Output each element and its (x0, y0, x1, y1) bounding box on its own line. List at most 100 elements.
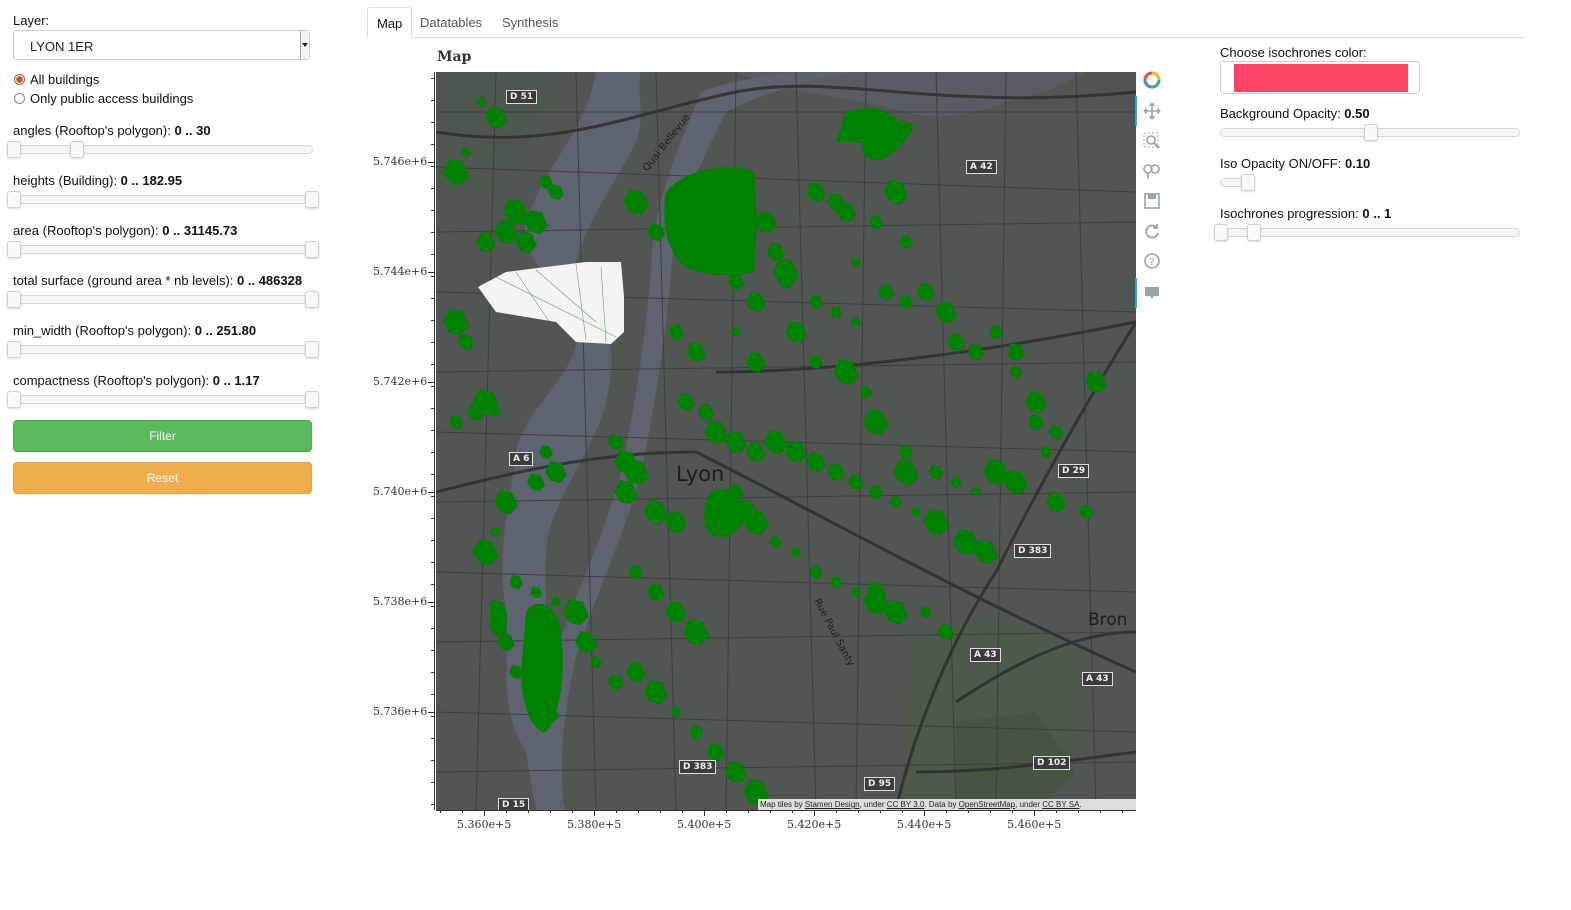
total-surface-filter-value: 0 .. 486328 (237, 273, 303, 288)
isochrone-shape (707, 743, 725, 761)
isochrone-shape (530, 586, 542, 598)
angles-slider-handle-high[interactable] (69, 141, 84, 158)
progression-value: 0 .. 1 (1362, 206, 1392, 221)
attribution-link-ccby[interactable]: CC BY 3.0 (887, 800, 925, 809)
total-surface-range-slider[interactable] (13, 295, 313, 304)
isochrone-shape (917, 283, 935, 301)
isochrone-shape (806, 182, 826, 202)
isochrone-shape (899, 235, 913, 249)
map-canvas[interactable]: Lyon Bron Quai Bellevue Rue Paul Santy D… (436, 72, 1136, 810)
tab-datatables[interactable]: Datatables (411, 7, 491, 38)
angles-slider-handle-low[interactable] (7, 141, 21, 158)
x-minor-tick (880, 810, 881, 813)
isochrone-shape (489, 600, 508, 636)
isochrone-shape (806, 452, 826, 472)
progression-slider[interactable] (1220, 228, 1520, 237)
attribution-text: . (1079, 800, 1082, 809)
attribution-link-ccbysa[interactable]: CC BY SA (1042, 800, 1079, 809)
isochrone-shape (671, 707, 681, 717)
y-minor-tick (431, 122, 434, 123)
isochrones-color-picker[interactable] (1220, 61, 1420, 94)
progression-slider-handle-low[interactable] (1214, 224, 1228, 241)
isochrone-shape (767, 243, 785, 261)
tab-map[interactable]: Map (367, 7, 413, 38)
area-slider-handle-high[interactable] (305, 241, 319, 258)
isochrone-shape (1025, 391, 1047, 413)
heights-range-slider[interactable] (13, 195, 313, 204)
map-title: Map (437, 49, 472, 65)
isochrone-shape (878, 284, 894, 300)
y-axis (434, 72, 435, 810)
heights-slider-handle-high[interactable] (305, 191, 319, 208)
min-width-filter-label: min_width (Rooftop's polygon): 0 .. 251.… (13, 323, 257, 338)
bokeh-logo-icon[interactable] (1142, 70, 1162, 90)
road-label: D 383 (1014, 544, 1052, 558)
isochrone-shape (575, 631, 597, 653)
isochrone-shape (494, 220, 518, 244)
total-surface-slider-handle-high[interactable] (305, 291, 319, 308)
y-minor-tick (431, 232, 434, 233)
pan-icon[interactable] (1142, 101, 1162, 121)
y-minor-tick (431, 628, 434, 629)
isochrone-shape (746, 292, 766, 312)
reset-button[interactable]: Reset (13, 462, 312, 494)
heights-filter-value: 0 .. 182.95 (120, 173, 183, 188)
angles-range-slider[interactable] (13, 145, 313, 154)
isochrone-shape (950, 476, 962, 488)
save-icon[interactable] (1142, 191, 1162, 211)
heights-slider-handle-low[interactable] (7, 191, 21, 208)
wheel-zoom-icon[interactable] (1142, 161, 1162, 181)
isochrone-shape (830, 306, 842, 318)
isochrone-shape (664, 167, 757, 276)
isochrone-shape (764, 430, 788, 454)
isochrone-shape (809, 565, 823, 579)
y-tick-label: 5.738e+6 (373, 595, 428, 608)
isochrone-shape (647, 223, 665, 241)
y-minor-tick (431, 760, 434, 761)
x-minor-tick (924, 810, 925, 813)
layer-select[interactable]: LYON 1ER (13, 30, 310, 60)
radio-all-buildings[interactable] (14, 74, 25, 85)
filter-button[interactable]: Filter (13, 420, 312, 452)
isochrone-shape (689, 725, 703, 739)
help-icon[interactable]: ? (1142, 251, 1162, 271)
x-minor-tick (462, 810, 463, 813)
isochrone-shape (923, 509, 949, 535)
total-surface-slider-handle-low[interactable] (7, 291, 21, 308)
progression-slider-handle-high[interactable] (1247, 224, 1261, 241)
min-width-range-slider[interactable] (13, 345, 313, 354)
isochrone-shape (989, 325, 1003, 339)
reset-icon[interactable] (1142, 221, 1162, 241)
compactness-slider-handle-low[interactable] (7, 391, 21, 408)
min-width-slider-handle-high[interactable] (305, 341, 319, 358)
isochrone-shape (827, 463, 845, 481)
y-minor-tick (431, 584, 434, 585)
isochrone-shape (1007, 343, 1025, 361)
x-minor-tick (726, 810, 727, 813)
compactness-range-slider[interactable] (13, 395, 313, 404)
tab-synthesis[interactable]: Synthesis (493, 7, 567, 38)
y-minor-tick (431, 254, 434, 255)
isochrone-shape (938, 624, 954, 640)
min-width-slider-handle-low[interactable] (7, 341, 21, 358)
bg-opacity-slider-handle[interactable] (1364, 124, 1378, 141)
radio-public-buildings[interactable] (14, 93, 25, 104)
x-minor-tick (616, 810, 617, 813)
area-slider-handle-low[interactable] (7, 241, 21, 258)
attribution-link-stamen[interactable]: Stamen Design (805, 800, 860, 809)
angles-filter-value: 0 .. 30 (174, 123, 211, 138)
bg-opacity-value: 0.50 (1344, 106, 1370, 121)
area-range-slider[interactable] (13, 245, 313, 254)
x-minor-tick (946, 810, 947, 813)
isochrone-shape (485, 106, 507, 128)
x-minor-tick (1078, 810, 1079, 813)
compactness-slider-handle-high[interactable] (305, 391, 319, 408)
attribution-link-osm[interactable]: OpenStreetMap (959, 800, 1015, 809)
box-zoom-icon[interactable] (1142, 131, 1162, 151)
hover-icon[interactable] (1142, 283, 1162, 303)
x-minor-tick (550, 810, 551, 813)
iso-opacity-slider-handle[interactable] (1241, 174, 1255, 191)
y-minor-tick (431, 606, 434, 607)
isochrone-shape (935, 301, 957, 323)
color-picker-label: Choose isochrones color: (1220, 45, 1367, 60)
